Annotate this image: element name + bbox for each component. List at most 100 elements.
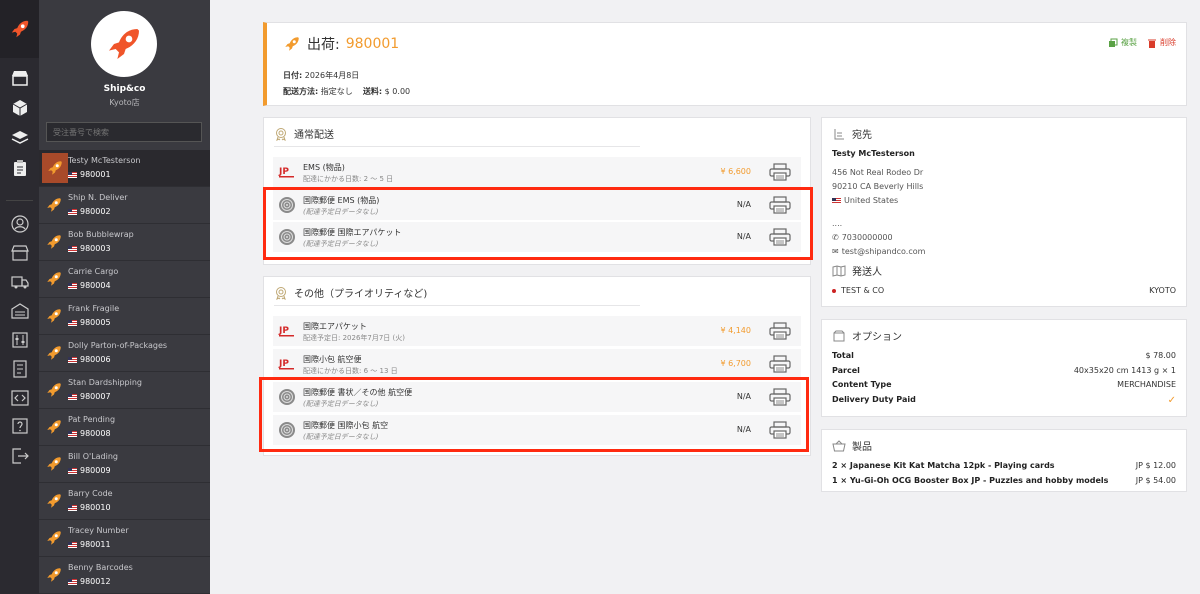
us-flag-icon	[68, 171, 77, 178]
store-avatar[interactable]	[91, 11, 157, 77]
sender-name: TEST & CO	[841, 286, 885, 295]
rail-help-icon[interactable]	[0, 414, 39, 440]
order-item[interactable]: Frank Fragile 980005	[39, 298, 210, 335]
carrier-logo: JP	[278, 355, 296, 373]
order-item[interactable]: Benny Barcodes 980012	[39, 557, 210, 594]
order-icon	[45, 492, 65, 512]
printer-icon	[769, 322, 791, 340]
order-customer-name: Tracey Number	[68, 526, 129, 535]
order-item[interactable]: Dolly Parton-of-Packages 980006	[39, 335, 210, 372]
option-key: Delivery Duty Paid	[832, 394, 916, 404]
order-number: 980010	[68, 503, 111, 512]
product-price: JP $ 12.00	[1135, 461, 1176, 470]
highlight-box	[259, 377, 809, 452]
order-item[interactable]: Bill O'Lading 980009	[39, 446, 210, 483]
duplicate-button[interactable]: 複製	[1108, 37, 1137, 48]
icon-rail	[0, 0, 39, 594]
order-search-input[interactable]	[46, 122, 202, 142]
us-flag-icon	[832, 197, 841, 204]
map-icon	[832, 264, 846, 277]
copy-icon	[1109, 38, 1118, 47]
shipping-rate-row[interactable]: JP EMS (物品) 配達にかかる日数: 2 〜 5 日 ¥ 6,600	[273, 157, 801, 187]
product-name: 1 × Yu-Gi-Oh OCG Booster Box JP - Puzzle…	[832, 475, 1109, 485]
sender-city: KYOTO	[1149, 286, 1176, 295]
options-title: オプション	[852, 332, 902, 343]
order-customer-name: Testy McTesterson	[68, 156, 141, 165]
order-number: 980006	[68, 355, 111, 364]
rail-document-icon[interactable]	[0, 356, 39, 382]
rail-store-icon[interactable]	[0, 65, 39, 91]
rocket-icon	[47, 531, 61, 545]
rail-settings-icon[interactable]	[0, 327, 39, 353]
rail-user-icon[interactable]	[0, 211, 39, 237]
rail-layers-icon[interactable]	[0, 125, 39, 151]
user-icon	[10, 215, 29, 233]
us-flag-icon	[68, 208, 77, 215]
shipping-rate-row[interactable]: JP 国際エアパケット 配達予定日: 2026年7月7日 (火) ¥ 4,140	[273, 316, 801, 346]
option-key: Parcel	[832, 365, 860, 375]
svg-text:JP: JP	[278, 167, 289, 177]
box-icon	[12, 100, 27, 116]
order-item[interactable]: Pat Pending 980008	[39, 409, 210, 446]
order-customer-name: Bill O'Lading	[68, 452, 119, 461]
rail-truck-icon[interactable]	[0, 269, 39, 295]
sliders-icon	[11, 332, 28, 348]
trash-icon	[1148, 39, 1156, 48]
order-customer-name: Dolly Parton-of-Packages	[68, 341, 168, 350]
us-flag-icon	[68, 319, 77, 326]
order-icon	[45, 270, 65, 290]
other-shipping-title: その他（プライオリティなど)	[294, 289, 428, 300]
order-item[interactable]: Barry Code 980010	[39, 483, 210, 520]
print-label-button[interactable]	[769, 355, 791, 373]
order-item[interactable]: Stan Dardshipping 980007	[39, 372, 210, 409]
warehouse-icon	[10, 303, 29, 319]
store-icon	[11, 71, 28, 86]
options-panel: オプション Total $ 78.00 Parcel 40x35x20 cm 1413…	[821, 319, 1187, 417]
rail-warehouse-icon[interactable]	[0, 298, 39, 324]
rocket-icon	[11, 20, 28, 38]
order-icon	[45, 566, 65, 586]
rate-delivery-info: 配達予定日: 2026年7月7日 (火)	[303, 334, 405, 342]
rail-code-icon[interactable]	[0, 385, 39, 411]
printer-icon	[769, 355, 791, 373]
us-flag-icon	[68, 578, 77, 585]
rate-price: ¥ 6,600	[720, 167, 751, 176]
store-name: Ship&co	[103, 84, 146, 94]
sender-dot	[832, 288, 836, 293]
rocket-icon	[47, 383, 61, 397]
svg-text:JP: JP	[278, 326, 289, 336]
document-icon	[12, 360, 27, 378]
phone-icon: ✆	[832, 233, 839, 242]
order-item[interactable]: Ship N. Deliver 980002	[39, 187, 210, 224]
print-label-button[interactable]	[769, 163, 791, 181]
order-icon	[45, 455, 65, 475]
shop-icon	[10, 245, 29, 261]
recipient-name: Testy McTesterson	[832, 149, 915, 158]
check-icon: ✓	[1167, 394, 1176, 406]
us-flag-icon	[68, 282, 77, 289]
delete-button[interactable]: 削除	[1147, 37, 1176, 48]
shipment-number: 980001	[345, 36, 400, 52]
option-row: Delivery Duty Paid ✓	[832, 395, 1176, 406]
order-icon	[45, 418, 65, 438]
app-logo[interactable]	[0, 0, 39, 58]
shipment-method: 配送方法: 指定なし 送料: $ 0.00	[283, 87, 411, 96]
rail-shop-icon[interactable]	[0, 240, 39, 266]
box-icon	[833, 330, 845, 341]
recipient-title: 宛先	[852, 130, 872, 141]
rocket-icon	[285, 37, 299, 51]
order-customer-name: Ship N. Deliver	[68, 193, 128, 202]
rail-box-icon[interactable]	[0, 95, 39, 121]
sender-title: 発送人	[852, 267, 882, 278]
order-item[interactable]: Testy McTesterson 980001	[39, 150, 210, 187]
order-item[interactable]: Tracey Number 980011	[39, 520, 210, 557]
order-item[interactable]: Carrie Cargo 980004	[39, 261, 210, 298]
shipment-title: 出荷: 980001	[283, 34, 399, 54]
rocket-icon	[47, 346, 61, 360]
shipping-rate-row[interactable]: JP 国際小包 航空便 配達にかかる日数: 6 〜 13 日 ¥ 6,700	[273, 349, 801, 379]
rail-clipboard-icon[interactable]	[0, 155, 39, 181]
sender-row: TEST & CO KYOTO	[832, 286, 1176, 295]
rail-logout-icon[interactable]	[0, 443, 39, 469]
order-item[interactable]: Bob Bubblewrap 980003	[39, 224, 210, 261]
print-label-button[interactable]	[769, 322, 791, 340]
